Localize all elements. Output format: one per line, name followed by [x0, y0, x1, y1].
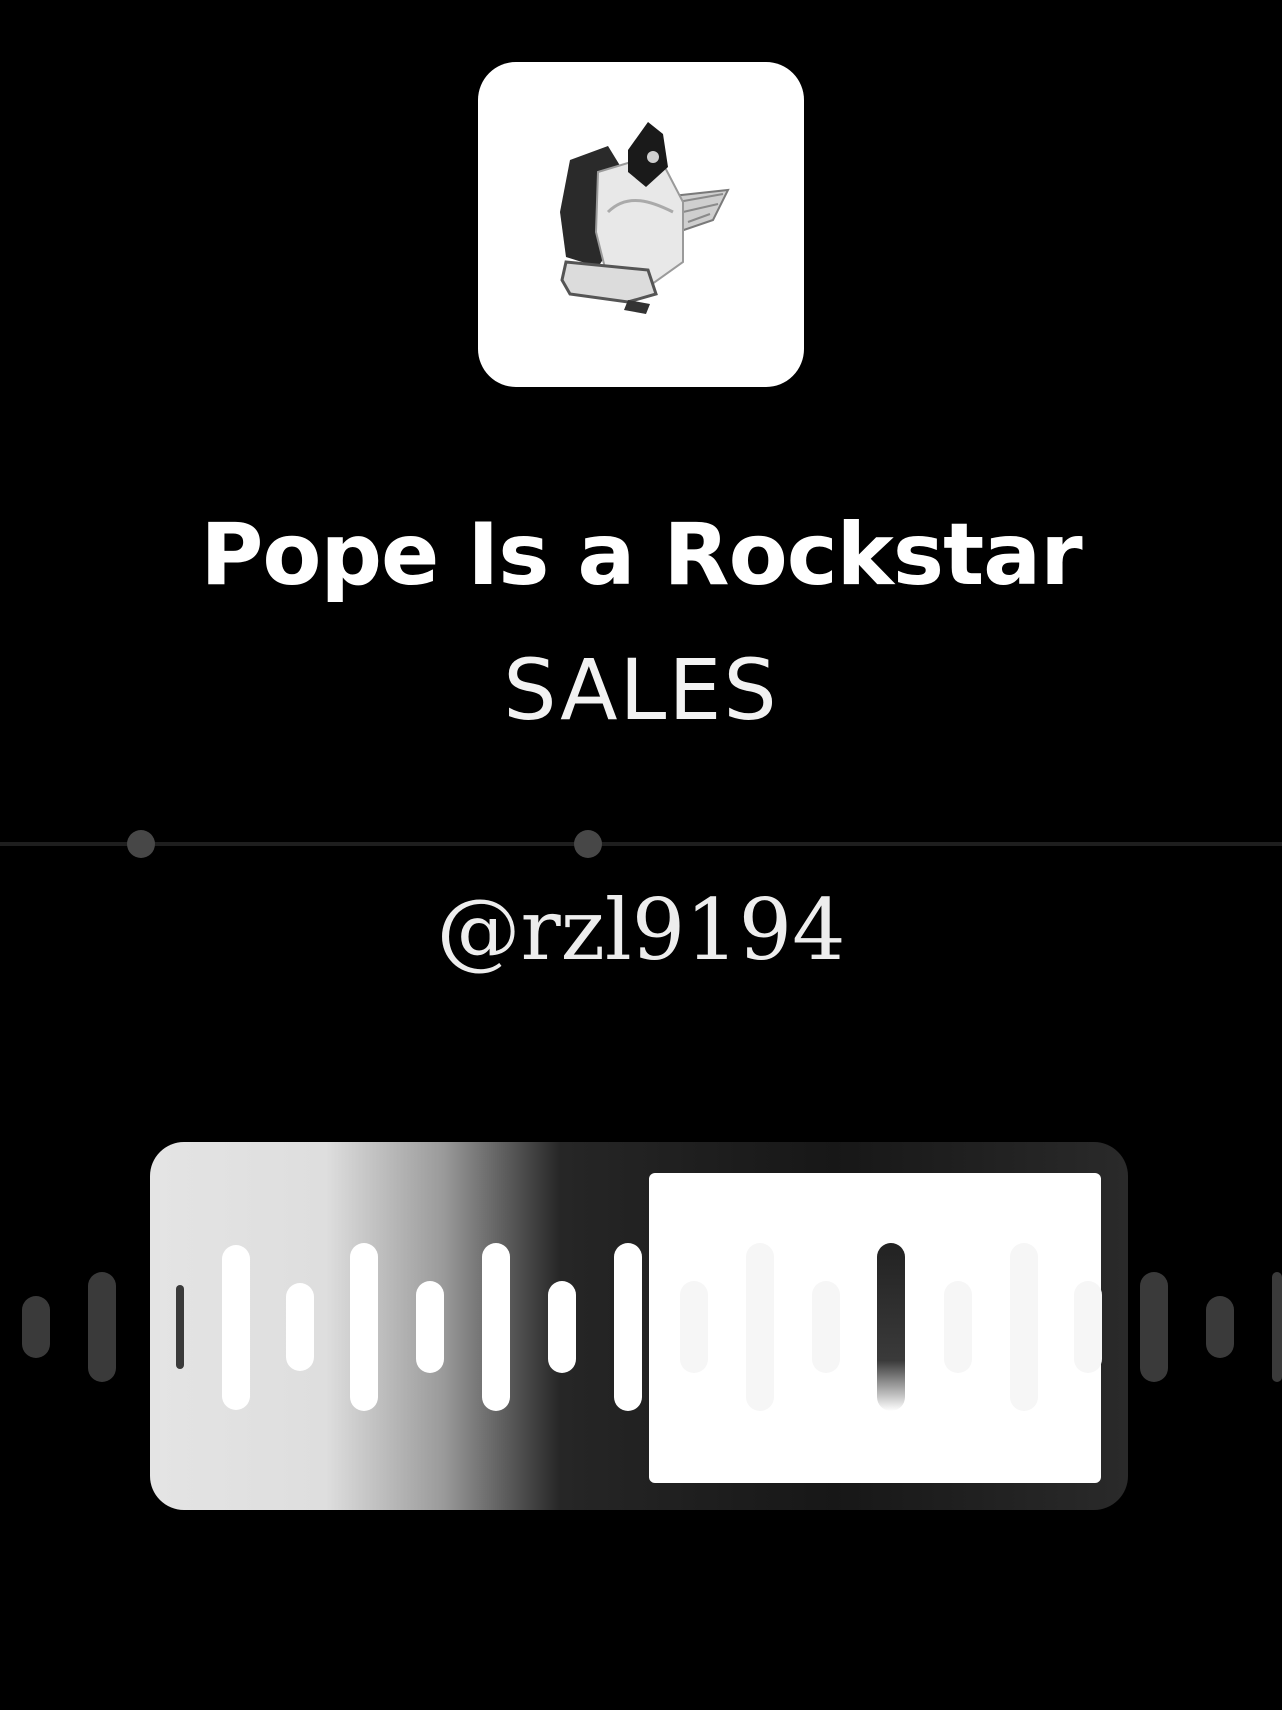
waveform-bar	[482, 1243, 510, 1411]
waveform-bar	[812, 1281, 840, 1373]
track-title: Pope Is a Rockstar	[200, 505, 1082, 605]
waveform-bar	[746, 1243, 774, 1411]
waveform-bar	[1140, 1272, 1168, 1382]
artist-name: SALES	[503, 641, 779, 739]
user-handle: @rzl9194	[436, 881, 846, 979]
waveform-bar	[286, 1283, 314, 1371]
waveform-current-bar	[877, 1243, 905, 1411]
waveform-bar	[22, 1296, 50, 1358]
waveform-bar	[1074, 1281, 1102, 1373]
waveform-bar	[222, 1245, 250, 1410]
waveform-bar	[548, 1281, 576, 1373]
progress-thumb[interactable]	[574, 830, 602, 858]
progress-track[interactable]	[0, 842, 1282, 846]
waveform-bar	[88, 1272, 116, 1382]
progress-start-dot	[127, 830, 155, 858]
waveform-bar	[176, 1285, 184, 1369]
waveform-bar	[1010, 1243, 1038, 1411]
waveform-bar	[1272, 1272, 1282, 1382]
album-cover[interactable]	[478, 62, 804, 387]
waveform-bar	[944, 1281, 972, 1373]
waveform-bar	[614, 1243, 642, 1411]
waveform-bar	[1206, 1296, 1234, 1358]
waveform-bar	[680, 1281, 708, 1373]
album-art-collage-icon	[560, 122, 730, 314]
waveform-bar	[350, 1243, 378, 1411]
waveform-bar	[416, 1281, 444, 1373]
